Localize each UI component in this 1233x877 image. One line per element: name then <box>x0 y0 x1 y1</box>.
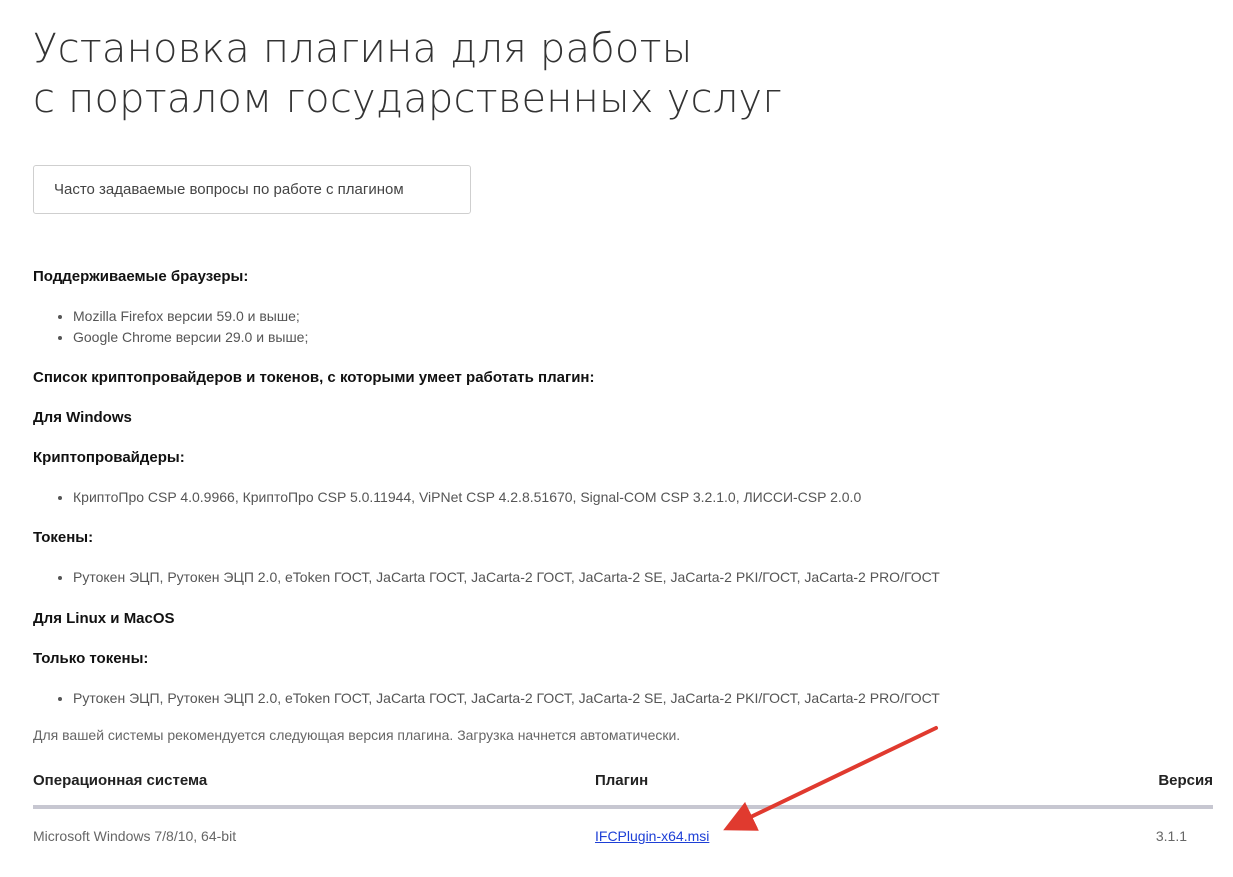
table-cell-version: 3.1.1 <box>1155 828 1187 844</box>
crypto-list-heading: Список криптопровайдеров и токенов, с ко… <box>33 369 595 386</box>
page-title: Установка плагина для работы с порталом … <box>33 24 782 124</box>
faq-button[interactable]: Часто задаваемые вопросы по работе с пла… <box>33 165 471 214</box>
table-cell-plugin: IFCPlugin-x64.msi <box>595 828 709 844</box>
table-header-divider <box>33 805 1213 809</box>
list-item: Рутокен ЭЦП, Рутокен ЭЦП 2.0, eToken ГОС… <box>73 567 940 588</box>
tokens-heading: Токены: <box>33 529 94 546</box>
browsers-heading: Поддерживаемые браузеры: <box>33 268 249 285</box>
plugin-download-link[interactable]: IFCPlugin-x64.msi <box>595 828 709 844</box>
column-header-version: Версия <box>1158 772 1213 789</box>
page-title-line-1: Установка плагина для работы <box>33 26 693 72</box>
list-item: КриптоПро CSP 4.0.9966, КриптоПро CSP 5.… <box>73 487 861 508</box>
windows-heading: Для Windows <box>33 409 132 426</box>
browsers-list: Mozilla Firefox версии 59.0 и выше; Goog… <box>33 306 308 348</box>
column-header-os: Операционная система <box>33 772 208 789</box>
cryptoproviders-heading: Криптопровайдеры: <box>33 449 185 466</box>
table-cell-os: Microsoft Windows 7/8/10, 64-bit <box>33 828 237 844</box>
recommendation-note: Для вашей системы рекомендуется следующа… <box>33 727 681 743</box>
cryptoproviders-list: КриптоПро CSP 4.0.9966, КриптоПро CSP 5.… <box>33 487 861 508</box>
list-item: Рутокен ЭЦП, Рутокен ЭЦП 2.0, eToken ГОС… <box>73 688 940 709</box>
only-tokens-heading: Только токены: <box>33 650 149 667</box>
tokens-windows-list: Рутокен ЭЦП, Рутокен ЭЦП 2.0, eToken ГОС… <box>33 567 940 588</box>
list-item: Google Chrome версии 29.0 и выше; <box>73 327 308 348</box>
column-header-plugin: Плагин <box>595 772 649 789</box>
tokens-linux-list: Рутокен ЭЦП, Рутокен ЭЦП 2.0, eToken ГОС… <box>33 688 940 709</box>
page-title-line-2: с порталом государственных услуг <box>33 76 783 122</box>
arrow-annotation-icon <box>723 726 938 831</box>
list-item: Mozilla Firefox версии 59.0 и выше; <box>73 306 308 327</box>
linux-mac-heading: Для Linux и MacOS <box>33 610 175 627</box>
